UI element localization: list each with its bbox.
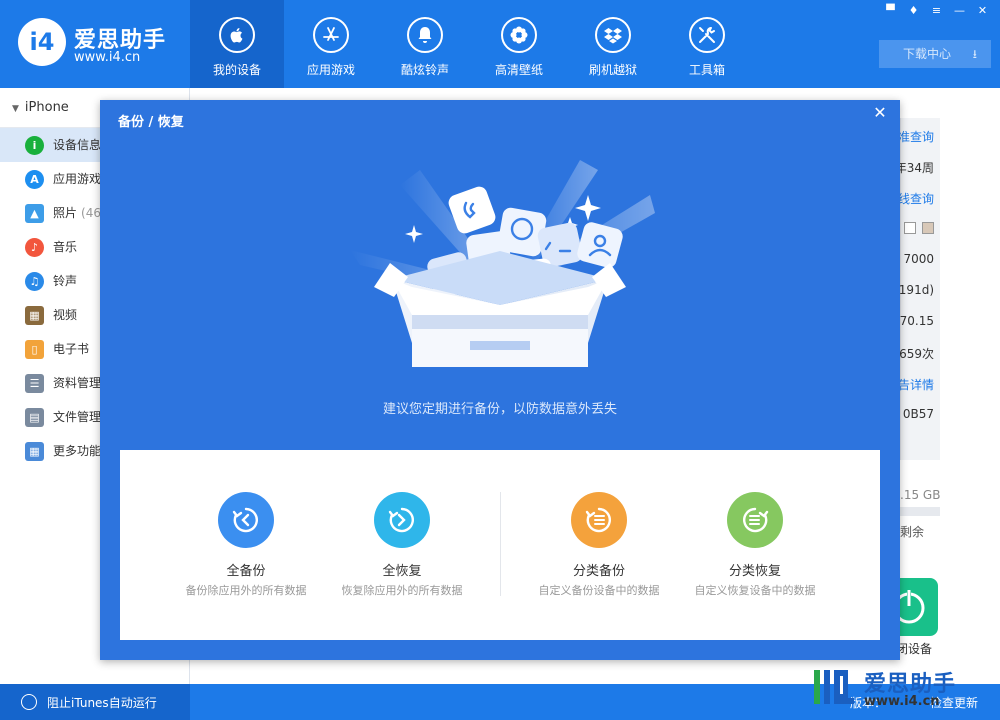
nav-toolbox[interactable]: 工具箱 — [660, 0, 754, 88]
file-icon: ▤ — [25, 408, 44, 427]
shutdown-label: 闭设备 — [896, 642, 933, 656]
menu-icon[interactable]: ≡ — [927, 3, 946, 19]
sidebar-item-label: 设备信息 — [53, 138, 102, 152]
top-header: i4 爱思助手 www.i4.cn 我的设备 应用游戏 酷炫铃声 高清壁纸 刷机… — [0, 0, 1000, 88]
backup-restore-dialog: 备份 / 恢复 ✕ 建议您定期进行备份，以防数据意外丢失 全备份 备份除应用外的… — [100, 100, 900, 660]
full-restore-option[interactable]: 全恢复 恢复除应用外的所有数据 — [324, 492, 480, 612]
restore-icon — [374, 492, 430, 548]
backup-icon — [218, 492, 274, 548]
tools-icon — [689, 17, 725, 53]
category-backup-option[interactable]: 分类备份 自定义备份设备中的数据 — [521, 492, 677, 612]
download-icon: ⭳ — [972, 47, 977, 61]
nav-label: 应用游戏 — [306, 63, 355, 77]
sidebar-item-label: 视频 — [53, 308, 78, 322]
sidebar-item-label: 铃声 — [53, 274, 78, 288]
dialog-subtitle: 建议您定期进行备份，以防数据意外丢失 — [382, 402, 617, 417]
option-description: 自定义备份设备中的数据 — [538, 584, 660, 597]
nav-wallpapers[interactable]: 高清壁纸 — [472, 0, 566, 88]
logo-url: www.i4.cn — [74, 50, 141, 65]
grid-icon: ▦ — [25, 442, 44, 461]
download-center-label: 下载中心 — [903, 47, 952, 61]
logo-badge: i4 — [18, 18, 66, 66]
nav-my-device[interactable]: 我的设备 — [190, 0, 284, 88]
photo-icon: ▲ — [25, 204, 44, 223]
shirt-icon[interactable]: ♦ — [904, 3, 923, 19]
bell-icon — [407, 17, 443, 53]
version-label: 版本： — [850, 696, 887, 710]
film-icon: ▦ — [25, 306, 44, 325]
nav-apps-games[interactable]: 应用游戏 — [284, 0, 378, 88]
window-controls: ▀ ♦ ≡ — ✕ — [881, 3, 992, 19]
option-description: 自定义恢复设备中的数据 — [694, 584, 816, 597]
flower-icon — [501, 17, 537, 53]
option-title: 分类恢复 — [728, 564, 781, 579]
itunes-block-radio[interactable] — [21, 694, 37, 710]
dialog-close-button[interactable]: ✕ — [868, 102, 892, 124]
message-icon[interactable]: ▀ — [881, 3, 900, 19]
sidebar-item-label: 应用游戏 — [53, 172, 102, 186]
option-description: 备份除应用外的所有数据 — [185, 584, 307, 597]
info-icon: i — [25, 136, 44, 155]
apple-icon — [219, 17, 255, 53]
sidebar-item-label: 音乐 — [53, 240, 78, 254]
download-center-button[interactable]: 下载中心 ⭳ — [879, 40, 991, 68]
category-restore-option[interactable]: 分类恢复 自定义恢复设备中的数据 — [677, 492, 833, 612]
music-icon: ♪ — [25, 238, 44, 257]
dialog-title: 备份 / 恢复 — [118, 115, 184, 130]
itunes-toggle-area: 阻止iTunes自动运行 — [0, 684, 190, 720]
nav-label: 刷机越狱 — [588, 63, 637, 77]
minimize-icon[interactable]: — — [950, 3, 969, 19]
nav-jailbreak[interactable]: 刷机越狱 — [566, 0, 660, 88]
dropbox-icon — [595, 17, 631, 53]
sidebar-item-label: 照片 — [53, 206, 78, 220]
option-title: 分类备份 — [572, 564, 625, 579]
sidebar-item-label: 更多功能 — [53, 444, 102, 458]
itunes-block-label[interactable]: 阻止iTunes自动运行 — [47, 694, 157, 711]
app-logo: i4 爱思助手 www.i4.cn — [18, 18, 188, 70]
photo-count: (46 — [81, 206, 101, 220]
close-icon[interactable]: ✕ — [973, 3, 992, 19]
nav-label: 工具箱 — [688, 63, 725, 77]
contacts-icon: ☰ — [25, 374, 44, 393]
status-bar: 阻止iTunes自动运行 版本： 检查更新 — [0, 684, 1000, 720]
nav-label: 高清壁纸 — [494, 63, 543, 77]
options-divider — [500, 492, 501, 596]
category-restore-icon — [727, 492, 783, 548]
nav-label: 酷炫铃声 — [400, 63, 449, 77]
nav-label: 我的设备 — [212, 63, 261, 77]
sidebar-item-label: 资料管理 — [53, 376, 102, 390]
check-update-button[interactable]: 检查更新 — [930, 694, 978, 711]
main-nav: 我的设备 应用游戏 酷炫铃声 高清壁纸 刷机越狱 工具箱 — [190, 0, 754, 88]
storage-remaining-label: 剩余 — [900, 525, 925, 539]
app-store-icon — [313, 17, 349, 53]
sidebar-item-label: 文件管理 — [53, 410, 102, 424]
sidebar-item-label: 电子书 — [53, 342, 90, 356]
device-name: iPhone — [24, 100, 69, 115]
nav-ringtones[interactable]: 酷炫铃声 — [378, 0, 472, 88]
backup-options-panel: 全备份 备份除应用外的所有数据 全恢复 恢复除应用外的所有数据 分类备份 自定义… — [120, 450, 880, 640]
backup-box-illustration — [350, 160, 655, 367]
category-backup-icon — [571, 492, 627, 548]
bell-icon: ♫ — [25, 272, 44, 291]
triangle-down-icon: ▼ — [12, 104, 19, 114]
option-description: 恢复除应用外的所有数据 — [341, 584, 463, 597]
book-icon: ▯ — [25, 340, 44, 359]
app-store-icon: A — [25, 170, 44, 189]
option-title: 全备份 — [226, 564, 266, 579]
option-title: 全恢复 — [382, 564, 422, 579]
full-backup-option[interactable]: 全备份 备份除应用外的所有数据 — [168, 492, 324, 612]
storage-total: .15 GB — [900, 488, 941, 502]
